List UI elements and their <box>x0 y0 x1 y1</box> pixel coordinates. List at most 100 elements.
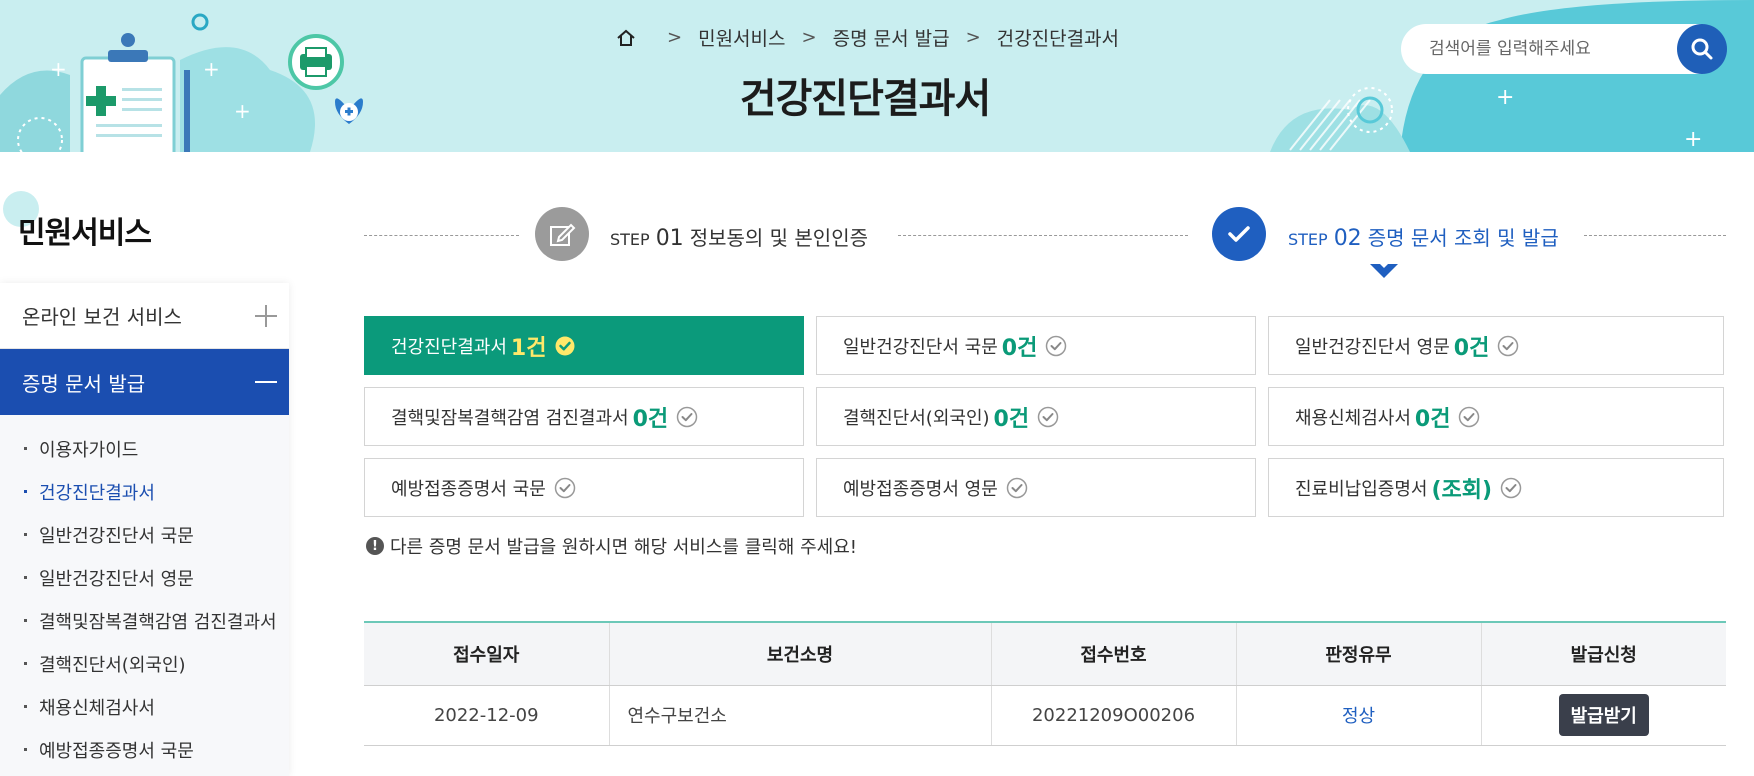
step-number: 02 <box>1333 226 1362 251</box>
document-option[interactable]: 일반건강진단서 국문 0건 <box>816 316 1256 375</box>
bullet <box>24 490 27 493</box>
exclamation-icon: ! <box>366 537 384 555</box>
sidebar-item-label: 일반건강진단서 국문 <box>39 525 194 547</box>
cell-date: 2022-12-09 <box>364 685 610 746</box>
document-label: 예방접종증명서 국문 <box>391 478 546 500</box>
document-option[interactable]: 예방접종증명서 영문 <box>816 458 1256 517</box>
sidebar-title: 민원서비스 <box>18 216 152 251</box>
document-count: 0건 <box>1001 335 1038 361</box>
document-option[interactable]: 일반건강진단서 영문 0건 <box>1268 316 1724 375</box>
chevron-right-icon: > <box>667 27 683 48</box>
sidebar-submenu: 이용자가이드 건강진단결과서 일반건강진단서 국문 일반건강진단서 영문 결핵및… <box>0 415 289 771</box>
cell-center: 연수구보건소 <box>609 685 992 746</box>
document-label: 예방접종증명서 영문 <box>843 478 998 500</box>
sidebar-item-label: 예방접종증명서 국문 <box>39 740 194 762</box>
document-option[interactable]: 결핵진단서(외국인) 0건 <box>816 387 1256 446</box>
breadcrumb: > 민원서비스 > 증명 문서 발급 > 건강진단결과서 <box>615 24 1119 51</box>
table-row: 2022-12-09 연수구보건소 20221209O00206 정상 발급받기 <box>364 685 1726 746</box>
step-prefix: STEP <box>610 230 650 249</box>
check-circle-icon <box>1500 477 1522 498</box>
document-count: 0건 <box>1414 406 1451 432</box>
cell-action: 발급받기 <box>1481 685 1726 746</box>
sidebar: 온라인 보건 서비스 증명 문서 발급 이용자가이드 건강진단결과서 일반건강진… <box>0 283 289 776</box>
document-label: 일반건강진단서 국문 <box>843 336 998 358</box>
issue-button[interactable]: 발급받기 <box>1558 694 1649 736</box>
column-header: 접수번호 <box>991 622 1237 686</box>
step-number: 01 <box>655 226 684 251</box>
cell-result: 정상 <box>1236 685 1482 746</box>
sidebar-item[interactable]: 결핵및잠복결핵감염 검진결과서 <box>0 599 289 642</box>
search-input[interactable] <box>1427 36 1647 62</box>
bullet <box>24 748 27 751</box>
sidebar-item-label: 일반건강진단서 영문 <box>39 568 194 590</box>
column-header: 발급신청 <box>1481 622 1726 686</box>
sidebar-item-label: 건강진단결과서 <box>39 482 155 504</box>
pencil-icon <box>550 223 576 246</box>
step1-pencil-icon <box>535 207 589 261</box>
cell-number: 20221209O00206 <box>991 685 1237 746</box>
column-header: 보건소명 <box>609 622 992 686</box>
divider <box>898 235 1188 236</box>
chevron-right-icon: > <box>801 27 817 48</box>
step1-label: STEP 01 정보동의 및 본인인증 <box>610 222 868 251</box>
document-option[interactable]: 진료비납입증명서 (조회) <box>1268 458 1724 517</box>
notice: ! 다른 증명 문서 발급을 원하시면 해당 서비스를 클릭해 주세요! <box>366 533 857 559</box>
sidebar-menu-label: 온라인 보건 서비스 <box>22 305 182 329</box>
sidebar-item-label: 채용신체검사서 <box>39 697 155 719</box>
result-table: 접수일자 보건소명 접수번호 판정유무 발급신청 2022-12-09 연수구보… <box>364 621 1726 746</box>
divider <box>1584 235 1726 236</box>
bullet <box>24 533 27 536</box>
minus-icon <box>255 371 277 393</box>
table-header-row: 접수일자 보건소명 접수번호 판정유무 발급신청 <box>364 622 1726 686</box>
bullet <box>24 619 27 622</box>
sidebar-item-active[interactable]: 건강진단결과서 <box>0 470 289 513</box>
check-circle-icon <box>1498 335 1519 356</box>
document-option[interactable]: 예방접종증명서 국문 <box>364 458 804 517</box>
svg-text:+: + <box>1684 127 1702 152</box>
bullet <box>24 576 27 579</box>
check-icon <box>1228 226 1250 242</box>
sidebar-menu-certificates[interactable]: 증명 문서 발급 <box>0 349 289 415</box>
sidebar-item[interactable]: 일반건강진단서 영문 <box>0 556 289 599</box>
document-label: 건강진단결과서 <box>391 336 507 358</box>
step-text: 정보동의 및 본인인증 <box>689 226 869 250</box>
check-circle-icon <box>676 406 698 427</box>
check-circle-icon <box>554 477 576 498</box>
document-count: 0건 <box>632 406 669 432</box>
document-label: 진료비납입증명서 <box>1295 478 1428 500</box>
search-box <box>1401 24 1727 74</box>
notice-text: 다른 증명 문서 발급을 원하시면 해당 서비스를 클릭해 주세요! <box>390 537 857 558</box>
document-count: 0건 <box>993 406 1030 432</box>
column-header: 판정유무 <box>1236 622 1482 686</box>
document-option[interactable]: 건강진단결과서 1건 <box>364 316 804 375</box>
document-grid: 건강진단결과서 1건 일반건강진단서 국문 0건 일반건강진단서 영문 0건 결핵및잠복결핵… <box>364 316 1724 517</box>
sidebar-item[interactable]: 결핵진단서(외국인) <box>0 642 289 685</box>
sidebar-menu-online-health[interactable]: 온라인 보건 서비스 <box>0 283 289 349</box>
step-prefix: STEP <box>1288 230 1328 249</box>
column-header: 접수일자 <box>364 622 610 686</box>
sidebar-item[interactable]: 채용신체검사서 <box>0 685 289 728</box>
plus-icon <box>255 304 277 327</box>
bullet <box>24 662 27 665</box>
sidebar-item[interactable]: 예방접종증명서 국문 <box>0 728 289 771</box>
breadcrumb-item-current[interactable]: 건강진단결과서 <box>997 24 1119 51</box>
sidebar-item-label: 결핵및잠복결핵감염 검진결과서 <box>39 611 277 633</box>
divider <box>364 235 519 236</box>
sidebar-item-label: 결핵진단서(외국인) <box>39 654 186 676</box>
step2-check-icon <box>1212 207 1266 261</box>
document-option[interactable]: 채용신체검사서 0건 <box>1268 387 1724 446</box>
check-circle-icon <box>1037 406 1059 427</box>
document-option[interactable]: 결핵및잠복결핵감염 검진결과서 0건 <box>364 387 804 446</box>
sidebar-item[interactable]: 이용자가이드 <box>0 427 289 470</box>
check-circle-icon <box>555 336 575 355</box>
breadcrumb-item[interactable]: 민원서비스 <box>698 24 785 51</box>
search-button[interactable] <box>1677 24 1727 74</box>
breadcrumb-item[interactable]: 증명 문서 발급 <box>833 24 950 51</box>
page-title: 건강진단결과서 <box>739 76 992 122</box>
document-label: 채용신체검사서 <box>1295 407 1411 429</box>
chevron-down-icon <box>1370 260 1398 278</box>
chevron-right-icon: > <box>965 27 981 48</box>
sidebar-item[interactable]: 일반건강진단서 국문 <box>0 513 289 556</box>
header-banner: + + + + + > 민원서비스 > 증명 문서 발급 > 건강진단결과서 건… <box>0 0 1754 152</box>
home-icon[interactable] <box>615 27 637 49</box>
